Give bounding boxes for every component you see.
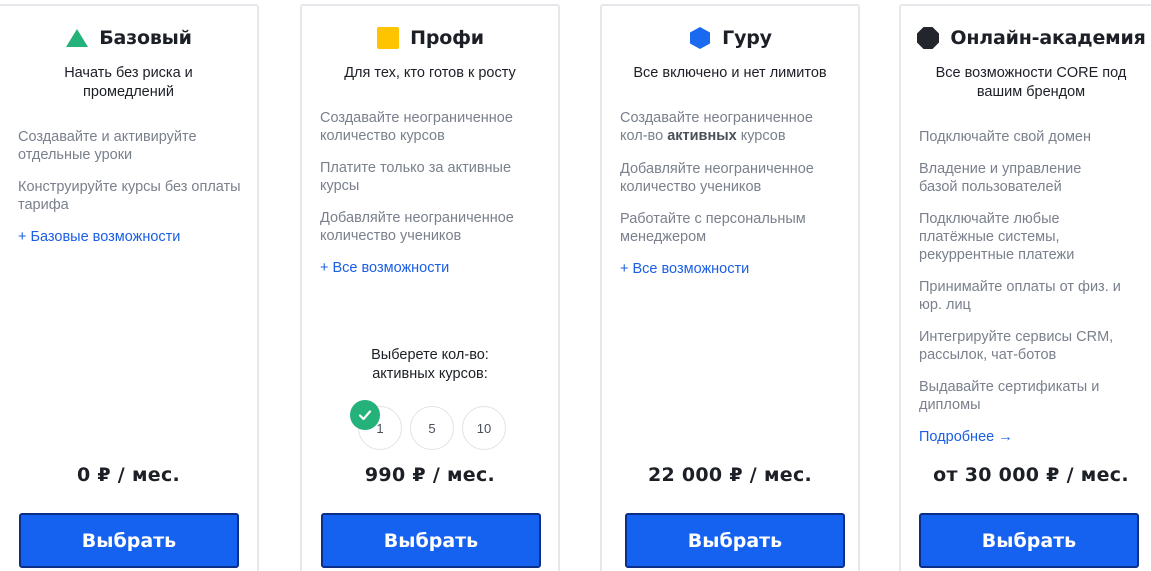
green-triangle-icon — [66, 29, 89, 47]
plan-card-guru: Гуру Все включено и нет лимитов Создавай… — [600, 4, 860, 571]
feature-item: Интегрируйте сервисы CRM, рассылок, чат-… — [919, 329, 1114, 363]
feature-item: Работайте с персональным менеджером — [620, 211, 806, 245]
select-plan-button[interactable]: Выбрать — [19, 513, 239, 568]
plan-title: Базовый — [99, 27, 192, 49]
plan-header: Профи — [302, 26, 558, 50]
plan-price: 990 ₽ / мес. — [364, 464, 496, 486]
plan-card-basic: Базовый Начать без риска и промедлений С… — [0, 4, 259, 571]
dark-octagon-icon — [917, 27, 940, 49]
check-icon — [350, 400, 380, 430]
feature-item: Подключайте любые платёжные системы, рек… — [919, 211, 1075, 263]
all-features-link[interactable]: + Все возможности — [320, 259, 449, 277]
feature-item: Выдавайте сертификаты и дипломы — [919, 379, 1100, 413]
select-plan-button[interactable]: Выбрать — [321, 513, 541, 568]
feature-item: Создавайте неограниченное кол-во активны… — [620, 110, 813, 144]
feature-item: Подключайте свой домен — [919, 129, 1091, 145]
plan-subtitle: Все включено и нет лимитов — [633, 65, 827, 81]
feature-item: Создавайте и активируйте отдельные уроки — [18, 129, 197, 163]
plan-header: Онлайн-академия — [901, 26, 1151, 50]
feature-item: Конструируйте курсы без оплаты тарифа — [18, 179, 241, 213]
plan-price: 0 ₽ / мес. — [76, 464, 181, 486]
plan-price: от 30 000 ₽ / мес. — [933, 464, 1129, 486]
plan-title: Профи — [410, 27, 484, 49]
feature-item: Добавляйте неограниченное количество уче… — [620, 161, 814, 195]
plan-header: Гуру — [602, 26, 858, 50]
course-count-label: Выберете кол-во: активных курсов: — [371, 347, 489, 382]
plan-card-profi: Профи Для тех, кто готов к росту Создава… — [300, 4, 560, 571]
more-details-link[interactable]: Подробнее → — [919, 428, 1013, 446]
blue-hexagon-icon — [690, 27, 711, 49]
select-plan-button[interactable]: Выбрать — [919, 513, 1139, 568]
plan-subtitle: Все возможности CORE под вашим брендом — [935, 65, 1127, 100]
plan-subtitle: Начать без риска и промедлений — [64, 65, 193, 100]
plan-title: Гуру — [722, 27, 772, 49]
feature-item: Принимайте оплаты от физ. и юр. лиц — [919, 279, 1121, 313]
course-option-10[interactable]: 10 — [462, 406, 506, 450]
course-option-5[interactable]: 5 — [410, 406, 454, 450]
select-plan-button[interactable]: Выбрать — [625, 513, 845, 568]
plan-card-academy: Онлайн-академия Все возможности CORE под… — [899, 4, 1151, 571]
feature-item: Владение и управление базой пользователе… — [919, 161, 1082, 195]
all-features-link[interactable]: + Все возможности — [620, 260, 749, 278]
feature-item: Создавайте неограниченное количество кур… — [320, 110, 513, 144]
plan-header: Базовый — [0, 26, 257, 50]
yellow-square-icon — [377, 27, 400, 49]
plan-title: Онлайн-академия — [950, 27, 1146, 49]
plan-price: 22 000 ₽ / мес. — [647, 464, 813, 486]
plan-subtitle: Для тех, кто готов к росту — [344, 65, 516, 81]
feature-item: Добавляйте неограниченное количество уче… — [320, 210, 514, 244]
basic-features-link[interactable]: + Базовые возможности — [18, 228, 180, 246]
feature-item: Платите только за активные курсы — [320, 160, 512, 194]
